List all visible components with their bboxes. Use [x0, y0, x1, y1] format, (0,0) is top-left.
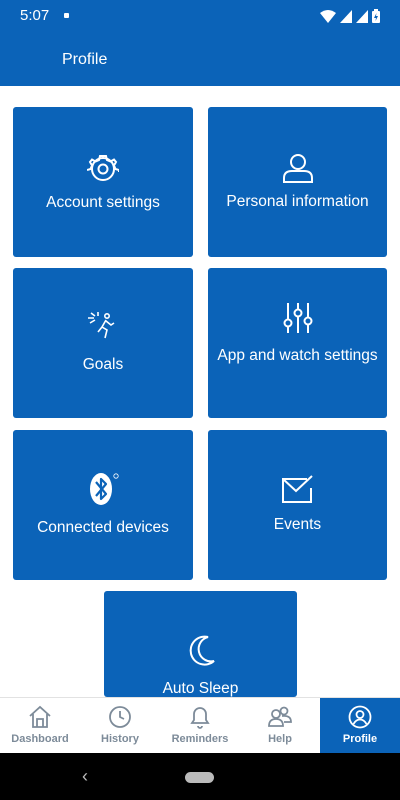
bluetooth-icon — [90, 473, 119, 505]
nav-label: Help — [268, 733, 292, 745]
nav-label: History — [101, 733, 139, 745]
nav-label: Reminders — [171, 733, 229, 745]
home-icon — [29, 705, 51, 728]
page-title: Profile — [62, 51, 108, 68]
battery-icon — [372, 9, 380, 23]
personal-information-tile[interactable]: Personal information — [208, 107, 387, 257]
system-navigation-bar: ‹ — [0, 753, 400, 800]
tile-label: App and watch settings — [217, 347, 378, 364]
status-time: 5:07 — [20, 7, 50, 24]
app-bar: Profile — [0, 32, 400, 86]
nav-item-dashboard[interactable]: Dashboard — [0, 698, 80, 753]
bell-icon — [190, 707, 210, 729]
people-icon — [268, 706, 292, 727]
wifi-icon — [320, 10, 336, 23]
tile-label: Connected devices — [37, 519, 169, 536]
app-and-watch-settings-tile[interactable]: App and watch settings — [208, 268, 387, 418]
signal-icon-2 — [356, 10, 368, 23]
tile-label: Personal information — [226, 193, 369, 210]
tile-label: Goals — [82, 356, 124, 373]
status-icons — [320, 9, 380, 23]
signal-icon — [340, 10, 352, 23]
nav-item-history[interactable]: History — [80, 698, 160, 753]
clock-icon — [109, 706, 131, 728]
back-icon[interactable]: ‹ — [82, 766, 88, 787]
moon-icon — [189, 635, 215, 666]
profile-icon — [348, 705, 372, 729]
account-settings-tile[interactable]: Account settings — [13, 107, 193, 257]
nav-item-profile[interactable]: Profile — [320, 698, 400, 753]
envelope-check-icon — [281, 475, 313, 503]
gear-icon — [87, 155, 119, 181]
tile-label: Auto Sleep — [162, 680, 239, 697]
nav-item-reminders[interactable]: Reminders — [160, 698, 240, 753]
events-tile[interactable]: Events — [208, 430, 387, 580]
person-icon — [282, 154, 313, 183]
tile-label: Events — [273, 516, 322, 533]
nav-label: Profile — [342, 733, 378, 745]
sliders-icon — [283, 303, 312, 333]
bottom-navigation: Dashboard History Reminders Help Profile — [0, 697, 400, 753]
goals-runner-icon — [88, 312, 115, 339]
goals-tile[interactable]: Goals — [13, 268, 193, 418]
notification-dot-icon — [64, 13, 69, 18]
status-bar: 5:07 — [0, 0, 400, 32]
auto-sleep-tile[interactable]: Auto Sleep — [104, 591, 297, 697]
nav-label: Dashboard — [11, 733, 69, 745]
home-pill-icon[interactable] — [185, 772, 214, 783]
nav-item-help[interactable]: Help — [240, 698, 320, 753]
tile-label: Account settings — [46, 194, 160, 211]
connected-devices-tile[interactable]: Connected devices — [13, 430, 193, 580]
